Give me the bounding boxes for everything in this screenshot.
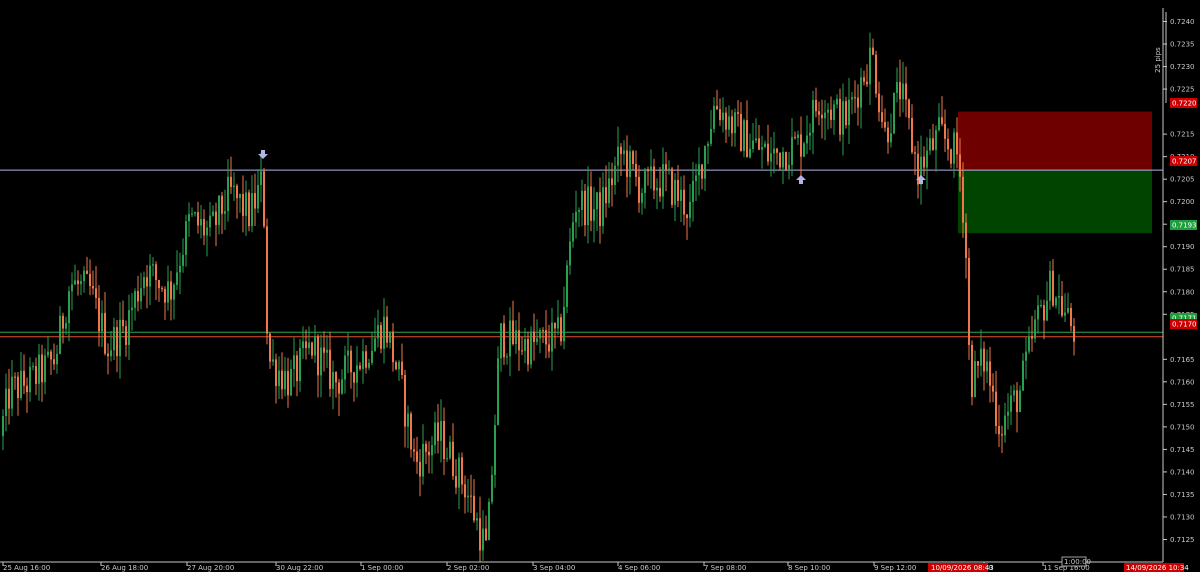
price-tick-label: 0.7135 bbox=[1170, 491, 1195, 499]
candle[interactable] bbox=[530, 326, 532, 369]
price-tick-label: 0.7185 bbox=[1170, 266, 1195, 274]
trade-end-date-tag[interactable]: 14/09/2026 10:34 bbox=[1124, 563, 1189, 572]
time-tick-label: 25 Aug 16:00 bbox=[3, 564, 50, 572]
svg-text:14/09/2026 10:34: 14/09/2026 10:34 bbox=[1126, 564, 1189, 572]
candle[interactable] bbox=[968, 248, 970, 360]
candle[interactable] bbox=[785, 151, 787, 172]
time-tick-label: 30 Aug 22:00 bbox=[276, 564, 323, 572]
time-tick-label: 8 Sep 10:00 bbox=[788, 564, 830, 572]
svg-text:0.7207: 0.7207 bbox=[1172, 158, 1197, 166]
time-tick-label: 2 Sep 02:00 bbox=[447, 564, 489, 572]
candle[interactable] bbox=[380, 322, 382, 354]
trade-start-date-tag[interactable]: 10/09/2026 08:43 bbox=[928, 563, 994, 572]
time-tick-label: 7 Sep 08:00 bbox=[704, 564, 746, 572]
entry-price-tag[interactable]: 0.7207 bbox=[1170, 156, 1197, 166]
stop-loss-price-tag[interactable]: 0.7220 bbox=[1170, 98, 1197, 108]
price-tick-label: 0.7235 bbox=[1170, 41, 1195, 49]
candle[interactable] bbox=[266, 218, 268, 345]
svg-text:0.7220: 0.7220 bbox=[1172, 100, 1197, 108]
price-tick-label: 0.7160 bbox=[1170, 378, 1195, 386]
candle[interactable] bbox=[671, 166, 673, 208]
candlestick-chart[interactable]: 0.72400.72350.72300.72250.72150.72100.72… bbox=[0, 0, 1200, 572]
price-tick-label: 0.7180 bbox=[1170, 288, 1195, 296]
price-tick-label: 0.7145 bbox=[1170, 446, 1195, 454]
candle[interactable] bbox=[803, 141, 805, 158]
price-tick-label: 0.7150 bbox=[1170, 423, 1195, 431]
price-tick-label: 0.7190 bbox=[1170, 243, 1195, 251]
candle[interactable] bbox=[779, 152, 781, 170]
candle[interactable] bbox=[875, 50, 877, 98]
price-tick-label: 0.7165 bbox=[1170, 356, 1195, 364]
price-tick-label: 0.7155 bbox=[1170, 401, 1195, 409]
time-tick-label: 27 Aug 20:00 bbox=[187, 564, 234, 572]
risk-reward-zones bbox=[958, 111, 1152, 234]
time-tick-label: 26 Aug 18:00 bbox=[101, 564, 148, 572]
candle[interactable] bbox=[560, 313, 562, 346]
current-price-tag[interactable]: 0.7170 bbox=[1170, 319, 1197, 329]
candle[interactable] bbox=[263, 167, 265, 229]
timeframe-box[interactable]: 1:00:00 bbox=[1061, 556, 1091, 567]
stop-loss-zone[interactable] bbox=[958, 111, 1152, 171]
price-tick-label: 0.7140 bbox=[1170, 468, 1195, 476]
price-tick-label: 0.7205 bbox=[1170, 176, 1195, 184]
take-profit-price-tag[interactable]: 0.7193 bbox=[1170, 220, 1197, 230]
time-tick-label: 3 Sep 04:00 bbox=[533, 564, 575, 572]
candle[interactable] bbox=[893, 92, 895, 135]
candle[interactable] bbox=[248, 189, 250, 232]
price-tick-label: 0.7200 bbox=[1170, 198, 1195, 206]
pip-scale-label: 25 pips bbox=[1154, 47, 1162, 73]
time-tick-label: 4 Sep 06:00 bbox=[618, 564, 660, 572]
price-tick-label: 0.7130 bbox=[1170, 513, 1195, 521]
svg-text:0.7170: 0.7170 bbox=[1172, 321, 1197, 329]
price-tick-label: 0.7230 bbox=[1170, 63, 1195, 71]
price-tick-label: 0.7215 bbox=[1170, 131, 1195, 139]
time-tick-label: 1 Sep 00:00 bbox=[361, 564, 403, 572]
svg-text:10/09/2026 08:43: 10/09/2026 08:43 bbox=[931, 564, 994, 572]
price-tick-label: 0.7240 bbox=[1170, 18, 1195, 26]
price-tick-label: 0.7225 bbox=[1170, 86, 1195, 94]
svg-text:1:00:00: 1:00:00 bbox=[1064, 558, 1091, 566]
svg-text:0.7193: 0.7193 bbox=[1172, 222, 1197, 230]
candle[interactable] bbox=[488, 498, 490, 541]
time-tick-label: 9 Sep 12:00 bbox=[874, 564, 916, 572]
candle[interactable] bbox=[845, 96, 847, 129]
candle[interactable] bbox=[971, 340, 973, 406]
price-tick-label: 0.7125 bbox=[1170, 536, 1195, 544]
candle[interactable] bbox=[566, 260, 568, 314]
take-profit-zone[interactable] bbox=[958, 170, 1152, 234]
